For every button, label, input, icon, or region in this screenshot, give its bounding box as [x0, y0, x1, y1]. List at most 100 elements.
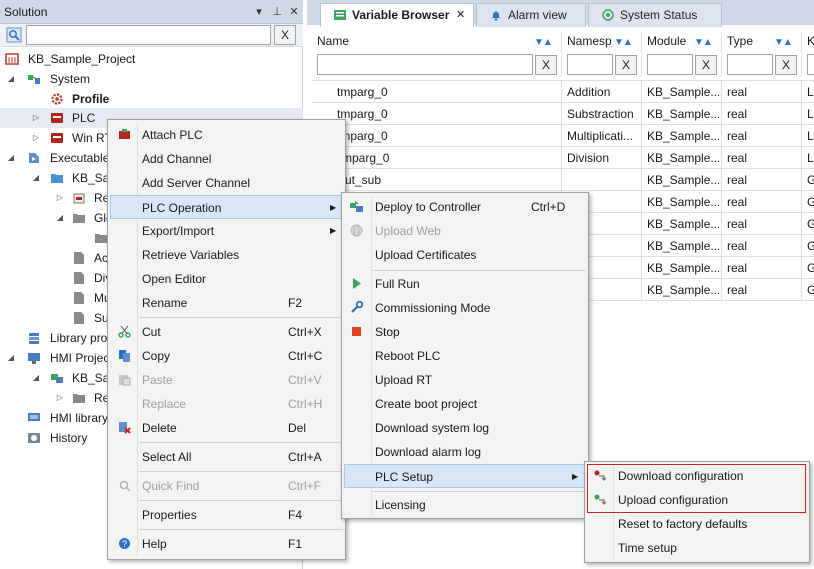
menu-item-open-editor[interactable]: Open Editor	[110, 267, 343, 291]
expanded-arrow-icon[interactable]: ◢	[55, 208, 65, 228]
collapsed-arrow-icon[interactable]: ▷	[55, 388, 65, 408]
menu-item-full-run[interactable]: Full Run	[344, 272, 586, 296]
solution-search-input[interactable]	[26, 25, 271, 45]
sort-filter-icon[interactable]: ▼▲	[694, 37, 713, 48]
cell-type[interactable]: real	[727, 279, 799, 301]
cell-module[interactable]: KB_Sample...	[647, 169, 719, 191]
cell-type[interactable]: real	[727, 103, 799, 125]
filter-input-module[interactable]	[647, 54, 693, 75]
expanded-arrow-icon[interactable]: ◢	[6, 148, 16, 168]
cell-type[interactable]: real	[727, 147, 799, 169]
cell-name[interactable]: tmparg_0	[337, 103, 559, 125]
menu-item-stop[interactable]: Stop	[344, 320, 586, 344]
expanded-arrow-icon[interactable]: ◢	[6, 348, 16, 368]
cell-namespace[interactable]: Division	[567, 147, 639, 169]
menu-item-create-boot-project[interactable]: Create boot project	[344, 392, 586, 416]
cell-k[interactable]: G	[807, 191, 814, 213]
column-header-module[interactable]: Module	[647, 34, 686, 52]
column-header-name[interactable]: Name	[317, 34, 349, 52]
clear-filter-button[interactable]: X	[775, 55, 797, 75]
menu-item-reboot-plc[interactable]: Reboot PLC	[344, 344, 586, 368]
cell-name[interactable]: tmparg_0	[337, 81, 559, 103]
menu-item-plc-setup[interactable]: PLC Setup ▶	[344, 464, 586, 488]
menu-item-retrieve-variables[interactable]: Retrieve Variables	[110, 243, 343, 267]
cell-type[interactable]: real	[727, 235, 799, 257]
column-header-type[interactable]: Type	[727, 34, 753, 52]
expanded-arrow-icon[interactable]: ◢	[31, 168, 41, 188]
tree-item-profile[interactable]: Profile	[0, 89, 300, 109]
cell-type[interactable]: real	[727, 191, 799, 213]
cell-name[interactable]: mparg_0	[342, 147, 559, 169]
menu-item-replace[interactable]: Replace Ctrl+H	[110, 392, 343, 416]
cell-namespace[interactable]: Multiplicati...	[567, 125, 639, 147]
menu-item-help[interactable]: ? Help F1	[110, 532, 343, 556]
cell-namespace[interactable]: Addition	[567, 81, 639, 103]
menu-item-properties[interactable]: Properties F4	[110, 503, 343, 527]
menu-item-upload-web[interactable]: Upload Web	[344, 219, 586, 243]
expanded-arrow-icon[interactable]: ◢	[31, 368, 41, 388]
cell-k[interactable]: G	[807, 235, 814, 257]
cell-type[interactable]: real	[727, 257, 799, 279]
cell-namespace[interactable]: Substraction	[567, 103, 639, 125]
cell-module[interactable]: KB_Sample...	[647, 125, 719, 147]
cell-type[interactable]: real	[727, 81, 799, 103]
menu-item-download-system-log[interactable]: Download system log	[344, 416, 586, 440]
menu-item-download-alarm-log[interactable]: Download alarm log	[344, 440, 586, 464]
cell-module[interactable]: KB_Sample...	[647, 103, 719, 125]
close-tab-icon[interactable]: ✕	[456, 4, 465, 26]
menu-item-cut[interactable]: Cut Ctrl+X	[110, 320, 343, 344]
menu-item-commissioning-mode[interactable]: Commissioning Mode	[344, 296, 586, 320]
collapsed-arrow-icon[interactable]: ▷	[31, 108, 41, 128]
cell-module[interactable]: KB_Sample...	[647, 279, 719, 301]
menu-item-attach-plc[interactable]: Attach PLC	[110, 123, 343, 147]
sort-filter-icon[interactable]: ▼▲	[614, 37, 633, 48]
cell-name[interactable]: ut_sub	[345, 169, 559, 191]
expanded-arrow-icon[interactable]: ◢	[6, 69, 16, 89]
menu-item-reset-factory-defaults[interactable]: Reset to factory defaults	[587, 512, 807, 536]
menu-item-add-channel[interactable]: Add Channel	[110, 147, 343, 171]
column-header-namespace[interactable]: Namesp	[567, 34, 612, 52]
cell-module[interactable]: KB_Sample...	[647, 213, 719, 235]
cell-k[interactable]: Lo	[807, 147, 814, 169]
menu-item-deploy-to-controller[interactable]: Deploy to Controller Ctrl+D	[344, 195, 586, 219]
menu-item-time-setup[interactable]: Time setup	[587, 536, 807, 560]
cell-k[interactable]: Lo	[807, 81, 814, 103]
dropdown-icon[interactable]: ▾	[252, 4, 266, 20]
cell-module[interactable]: KB_Sample...	[647, 81, 719, 103]
column-header-k[interactable]: K	[807, 34, 814, 52]
menu-item-delete[interactable]: Delete Del	[110, 416, 343, 440]
cell-k[interactable]: G	[807, 213, 814, 235]
menu-item-quick-find[interactable]: Quick Find Ctrl+F	[110, 474, 343, 498]
cell-type[interactable]: real	[727, 169, 799, 191]
menu-item-select-all[interactable]: Select All Ctrl+A	[110, 445, 343, 469]
menu-item-add-server-channel[interactable]: Add Server Channel	[110, 171, 343, 195]
menu-item-export-import[interactable]: Export/Import ▶	[110, 219, 343, 243]
clear-filter-button[interactable]: X	[615, 55, 637, 75]
filter-input-type[interactable]	[727, 54, 773, 75]
cell-type[interactable]: real	[727, 213, 799, 235]
cell-k[interactable]: G	[807, 279, 814, 301]
cell-namespace[interactable]	[567, 169, 639, 191]
close-icon[interactable]: ✕	[287, 4, 301, 20]
tab-variable-browser[interactable]: Variable Browser ✕	[320, 3, 474, 27]
menu-item-plc-operation[interactable]: PLC Operation ▶	[110, 195, 343, 219]
filter-input-k[interactable]	[807, 54, 814, 75]
menu-item-copy[interactable]: Copy Ctrl+C	[110, 344, 343, 368]
cell-k[interactable]: Lo	[807, 103, 814, 125]
filter-input-name[interactable]	[317, 54, 533, 75]
menu-item-upload-certificates[interactable]: Upload Certificates	[344, 243, 586, 267]
pin-icon[interactable]: ⊥	[270, 4, 284, 20]
cell-module[interactable]: KB_Sample...	[647, 191, 719, 213]
sort-filter-icon[interactable]: ▼▲	[774, 37, 793, 48]
menu-item-licensing[interactable]: Licensing	[344, 493, 586, 517]
clear-filter-button[interactable]: X	[695, 55, 717, 75]
cell-module[interactable]: KB_Sample...	[647, 235, 719, 257]
filter-input-namespace[interactable]	[567, 54, 613, 75]
cell-name[interactable]: tmparg_0	[337, 125, 559, 147]
collapsed-arrow-icon[interactable]: ▷	[31, 128, 41, 148]
clear-filter-button[interactable]: X	[535, 55, 557, 75]
sort-filter-icon[interactable]: ▼▲	[534, 37, 553, 48]
menu-item-paste[interactable]: Paste Ctrl+V	[110, 368, 343, 392]
cell-k[interactable]: G	[807, 257, 814, 279]
cell-type[interactable]: real	[727, 125, 799, 147]
